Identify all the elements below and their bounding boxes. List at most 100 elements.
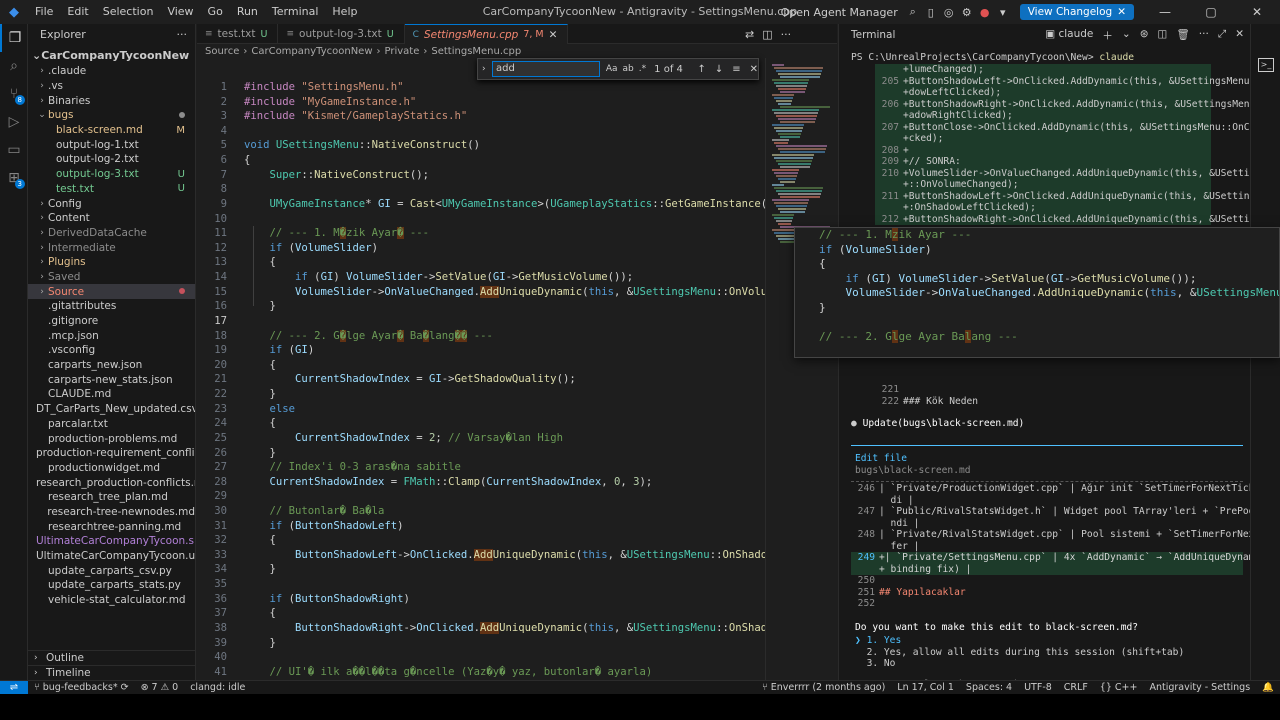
code-editor[interactable]: 1 #include "SettingsMenu.h" 2 #include "MyG… xyxy=(197,58,765,680)
clangd-status[interactable]: clangd: idle xyxy=(184,682,251,693)
line-ending[interactable]: CRLF xyxy=(1058,682,1094,693)
menu-view[interactable]: View xyxy=(160,0,200,24)
git-blame[interactable]: ⑂ Enverrrr (2 months ago) xyxy=(756,682,891,693)
minimize-button[interactable]: — xyxy=(1142,5,1188,19)
maximize-button[interactable]: ▢ xyxy=(1188,5,1234,19)
tree-item[interactable]: › Intermediate xyxy=(28,240,195,255)
find-input[interactable]: add xyxy=(492,61,600,77)
terminal-output[interactable]: PS C:\UnrealProjects\CarCompanyTycoon\Ne… xyxy=(839,46,1280,690)
problems-count[interactable]: ⊗ 7 ⚠ 0 xyxy=(135,682,185,693)
tree-item[interactable]: › Binaries xyxy=(28,93,195,108)
extensions-icon[interactable]: ⊞ 3 xyxy=(0,164,28,192)
outline-section[interactable]: › Outline xyxy=(28,650,195,665)
open-agent-manager-link[interactable]: Open Agent Manager xyxy=(781,6,898,19)
tree-item[interactable]: DT_CarParts_New_updated.csv xyxy=(28,402,195,417)
minimap[interactable] xyxy=(765,58,837,680)
tree-item[interactable]: productionwidget.md xyxy=(28,461,195,476)
workspace-root[interactable]: ⌄ CarCompanyTycoonNew xyxy=(28,46,195,64)
remote-explorer-icon[interactable]: ▭ xyxy=(0,136,28,164)
tree-item[interactable]: output-log-1.txt xyxy=(28,137,195,152)
compare-icon[interactable]: ⇄ xyxy=(745,28,754,41)
tree-item[interactable]: research-tree-newnodes.md xyxy=(28,505,195,520)
close-window-button[interactable]: ✕ xyxy=(1234,5,1280,19)
tab-output-log-3-txt[interactable]: ≡ output-log-3.txt U xyxy=(278,24,405,44)
tree-item[interactable]: CLAUDE.md xyxy=(28,387,195,402)
menu-run[interactable]: Run xyxy=(230,0,265,24)
close-icon[interactable]: ✕ xyxy=(750,64,758,75)
chevron-down-icon[interactable]: ▾ xyxy=(994,6,1012,19)
source-control-icon[interactable]: ⑂ 8 xyxy=(0,80,28,108)
breadcrumb-item[interactable]: Source xyxy=(205,46,239,57)
close-icon[interactable]: ✕ xyxy=(1117,6,1126,18)
confirm-option-3[interactable]: 3. No xyxy=(855,658,896,670)
match-word-icon[interactable]: ab xyxy=(623,64,634,74)
tree-item[interactable]: › Config xyxy=(28,196,195,211)
rocket-icon[interactable]: ● xyxy=(976,6,994,19)
close-panel-icon[interactable]: ✕ xyxy=(1235,28,1244,43)
tree-item[interactable]: › Saved xyxy=(28,270,195,285)
settings-gear-icon[interactable]: ⚙ xyxy=(958,6,976,19)
search-icon[interactable]: ⌕ xyxy=(0,52,28,80)
remote-indicator-icon[interactable]: ⇌ xyxy=(0,680,28,695)
menu-help[interactable]: Help xyxy=(325,0,364,24)
explorer-icon[interactable]: ❐ xyxy=(0,24,28,52)
tree-item[interactable]: production-problems.md xyxy=(28,431,195,446)
breadcrumb-item[interactable]: Private xyxy=(385,46,420,57)
git-branch[interactable]: ⑂ bug-feedbacks* ⟳ xyxy=(28,682,135,693)
maximize-panel-icon[interactable]: ⤢ xyxy=(1218,28,1226,43)
run-debug-icon[interactable]: ▷ xyxy=(0,108,28,136)
language-mode[interactable]: {} C++ xyxy=(1094,682,1144,693)
tab-settingsmenu-cpp[interactable]: C SettingsMenu.cpp 7, M ✕ xyxy=(404,24,569,44)
tree-item[interactable]: UltimateCarCompanyTycoon.sln xyxy=(28,534,195,549)
menu-file[interactable]: File xyxy=(28,0,60,24)
chevron-down-icon[interactable]: ⌄ xyxy=(1122,28,1131,43)
tree-item[interactable]: .mcp.json xyxy=(28,328,195,343)
menu-go[interactable]: Go xyxy=(201,0,230,24)
timeline-section[interactable]: › Timeline xyxy=(28,665,195,680)
tab-test-txt[interactable]: ≡ test.txt U xyxy=(197,24,279,44)
globe-icon[interactable]: ◎ xyxy=(940,6,958,19)
tree-item[interactable]: parcalar.txt xyxy=(28,417,195,432)
tree-item[interactable]: .vsconfig xyxy=(28,343,195,358)
more-actions-icon[interactable]: ··· xyxy=(177,28,188,41)
tree-item[interactable]: update_carparts_stats.py xyxy=(28,578,195,593)
breadcrumb-item[interactable]: SettingsMenu.cpp xyxy=(431,46,521,57)
tree-item[interactable]: research_tree_plan.md xyxy=(28,490,195,505)
tree-item[interactable]: › .claude xyxy=(28,64,195,79)
chevron-right-icon[interactable]: › xyxy=(482,64,486,74)
tree-item[interactable]: output-log-2.txt xyxy=(28,152,195,167)
regex-icon[interactable]: .* xyxy=(639,64,646,74)
more-actions-icon[interactable]: ··· xyxy=(1199,28,1209,43)
more-actions-icon[interactable]: ··· xyxy=(781,28,792,41)
arrow-down-icon[interactable]: ↓ xyxy=(715,64,723,75)
split-terminal-icon[interactable]: ◫ xyxy=(1158,28,1168,43)
split-editor-icon[interactable]: ◫ xyxy=(762,28,772,41)
menu-selection[interactable]: Selection xyxy=(96,0,161,24)
terminal-tab-icon[interactable]: >_ xyxy=(1258,58,1274,72)
arrow-up-icon[interactable]: ↑ xyxy=(697,64,705,75)
match-case-icon[interactable]: Aa xyxy=(606,64,618,74)
selection-icon[interactable]: ≡ xyxy=(732,64,740,75)
copilot-icon[interactable]: ⊛ xyxy=(1140,28,1149,43)
tree-item[interactable]: black-screen.md M xyxy=(28,123,195,138)
tree-item[interactable]: UltimateCarCompanyTycoon.upr... xyxy=(28,549,195,564)
tree-item[interactable]: test.txt U xyxy=(28,182,195,197)
breadcrumb-item[interactable]: CarCompanyTycoonNew xyxy=(251,46,372,57)
tree-item[interactable]: ⌄ bugs xyxy=(28,108,195,123)
view-changelog-button[interactable]: View Changelog ✕ xyxy=(1019,4,1134,20)
cursor-position[interactable]: Ln 17, Col 1 xyxy=(891,682,960,693)
tree-item[interactable]: › .vs xyxy=(28,79,195,94)
split-layout-icon[interactable]: ▯ xyxy=(922,6,940,19)
tree-item[interactable]: carparts_new.json xyxy=(28,358,195,373)
confirm-option-2[interactable]: 2. Yes, allow all edits during this sess… xyxy=(855,647,1185,659)
indentation[interactable]: Spaces: 4 xyxy=(960,682,1018,693)
app-settings[interactable]: Antigravity - Settings xyxy=(1143,682,1256,693)
notifications-bell-icon[interactable]: 🔔 xyxy=(1256,682,1280,693)
tree-item[interactable]: update_carparts_csv.py xyxy=(28,563,195,578)
tree-item[interactable]: production-requirement_conflict... xyxy=(28,446,195,461)
tree-item[interactable]: › Content xyxy=(28,211,195,226)
search-icon[interactable]: ⌕ xyxy=(904,5,922,19)
tree-item[interactable]: research_production-conflicts.md xyxy=(28,475,195,490)
menu-edit[interactable]: Edit xyxy=(60,0,95,24)
encoding[interactable]: UTF-8 xyxy=(1018,682,1058,693)
